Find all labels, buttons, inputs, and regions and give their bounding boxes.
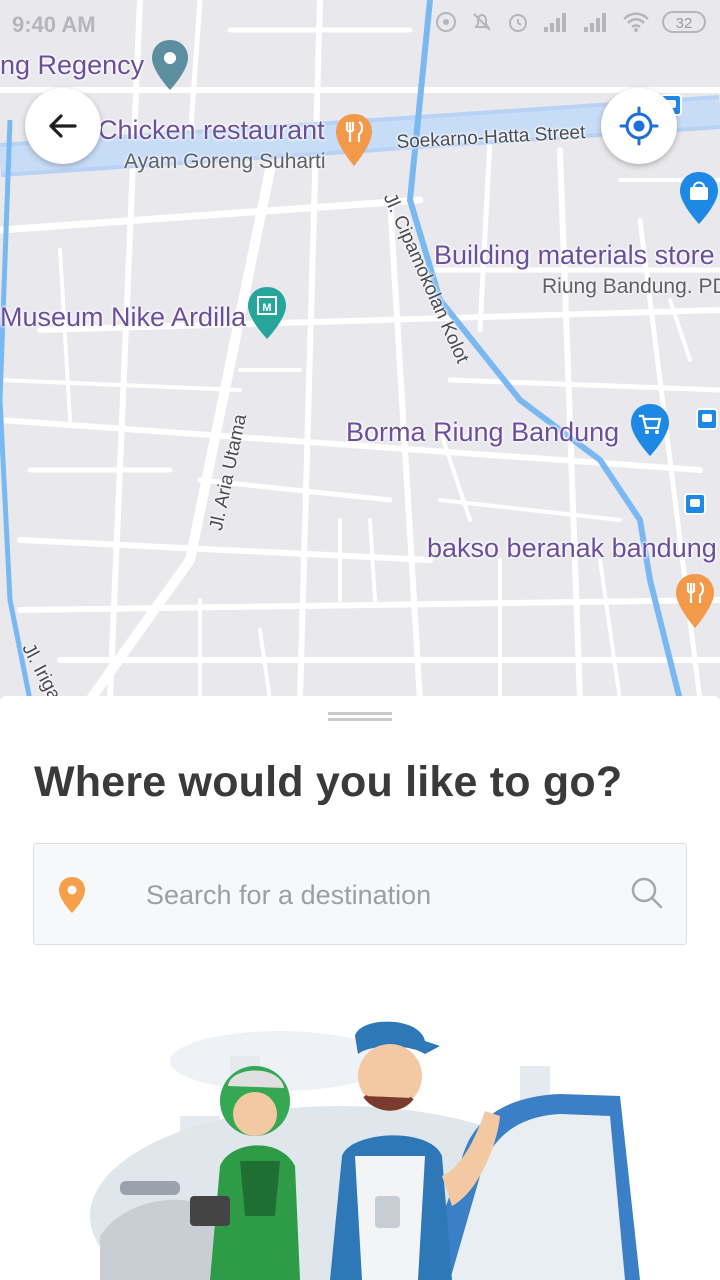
drivers-illustration xyxy=(90,1021,640,1280)
grocery-pin-icon[interactable] xyxy=(629,402,671,458)
battery-indicator: 32 xyxy=(662,11,706,33)
signal-icon xyxy=(544,13,566,32)
muted-bell-icon xyxy=(473,13,491,31)
location-status-icon xyxy=(436,12,456,32)
page-title: Where would you like to go? xyxy=(34,758,623,806)
my-location-icon xyxy=(619,106,659,146)
map-label-building-materials[interactable]: Building materials store xyxy=(434,240,715,271)
svg-text:M: M xyxy=(262,302,271,314)
bus-stop-icon[interactable] xyxy=(684,493,706,515)
restaurant-pin-icon[interactable] xyxy=(674,572,716,630)
wifi-icon xyxy=(623,12,649,32)
back-arrow-icon xyxy=(49,114,77,138)
map-label-museum[interactable]: Museum Nike Ardilla xyxy=(0,302,246,333)
restaurant-pin-icon[interactable] xyxy=(334,112,374,168)
destination-search-box[interactable] xyxy=(33,843,687,945)
status-bar: 9:40 AM 32 xyxy=(0,0,720,50)
search-icon[interactable] xyxy=(630,876,664,910)
map-label-regency[interactable]: ng Regency xyxy=(0,50,144,81)
location-pin-icon xyxy=(59,877,85,913)
alarm-icon xyxy=(509,14,527,32)
bus-stop-icon[interactable] xyxy=(696,408,718,430)
map-label-riung-bandung-pd[interactable]: Riung Bandung. PD xyxy=(542,275,720,299)
shop-pin-icon[interactable] xyxy=(678,170,720,226)
destination-search-input[interactable] xyxy=(144,872,618,918)
map-label-ayam-goreng[interactable]: Ayam Goreng Suharti xyxy=(124,150,326,174)
signal-icon xyxy=(584,13,606,32)
map-label-bakso[interactable]: bakso beranak bandung xyxy=(427,533,717,564)
museum-pin-icon[interactable]: M xyxy=(246,285,288,341)
my-location-button[interactable] xyxy=(601,88,677,164)
status-icons: 32 xyxy=(434,10,706,34)
destination-sheet: Where would you like to go? xyxy=(0,696,720,1280)
sheet-drag-handle[interactable] xyxy=(328,712,392,722)
map-label-borma[interactable]: Borma Riung Bandung xyxy=(346,417,619,448)
back-button[interactable] xyxy=(25,88,101,164)
map-label-chicken-restaurant[interactable]: Chicken restaurant xyxy=(98,115,325,146)
status-time: 9:40 AM xyxy=(12,12,96,37)
